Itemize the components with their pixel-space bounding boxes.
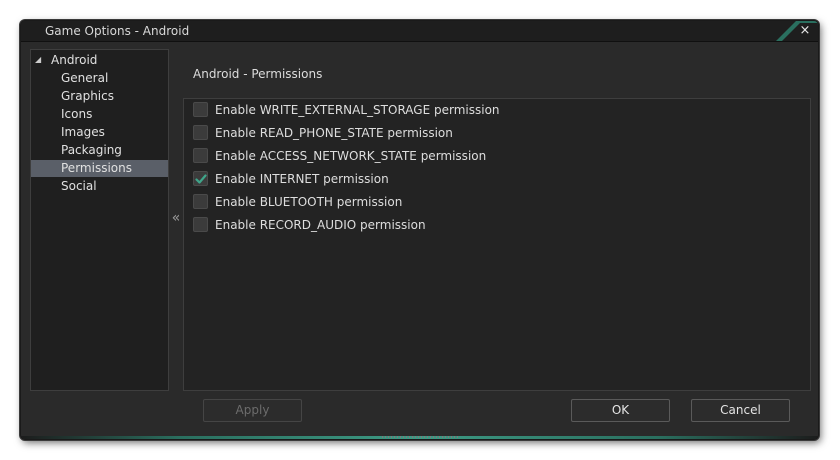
tree-item-general[interactable]: General (31, 70, 168, 87)
tree-item-label: Graphics (61, 89, 114, 103)
cancel-button[interactable]: Cancel (691, 399, 790, 422)
settings-tree: ◢ Android General Graphics Icons Images … (30, 49, 169, 391)
permission-label: Enable ACCESS_NETWORK_STATE permission (215, 149, 487, 163)
tree-item-label: Android (51, 53, 98, 67)
permission-row-bluetooth[interactable]: Enable BLUETOOTH permission (193, 193, 793, 211)
tree-item-android[interactable]: ◢ Android (31, 52, 168, 69)
tree-item-images[interactable]: Images (31, 124, 168, 141)
tree-expanded-icon[interactable]: ◢ (35, 52, 41, 67)
close-icon: × (799, 23, 811, 38)
permission-row-record-audio[interactable]: Enable RECORD_AUDIO permission (193, 216, 793, 234)
permission-row-read-phone-state[interactable]: Enable READ_PHONE_STATE permission (193, 124, 793, 142)
tree-item-social[interactable]: Social (31, 178, 168, 195)
read-phone-state-checkbox[interactable] (193, 125, 208, 140)
title-bar[interactable]: Game Options - Android × (21, 21, 818, 42)
apply-button[interactable]: Apply (203, 399, 302, 422)
tree-item-label: Social (61, 179, 97, 193)
window-title: Game Options - Android (45, 24, 190, 38)
tree-item-label: Icons (61, 107, 93, 121)
internet-checkbox[interactable] (193, 171, 208, 186)
permission-row-write-external-storage[interactable]: Enable WRITE_EXTERNAL_STORAGE permission (193, 101, 793, 119)
permission-label: Enable INTERNET permission (215, 172, 389, 186)
permission-label: Enable BLUETOOTH permission (215, 195, 403, 209)
write-external-storage-checkbox[interactable] (193, 102, 208, 117)
permission-row-access-network-state[interactable]: Enable ACCESS_NETWORK_STATE permission (193, 147, 793, 165)
tree-item-label: Packaging (61, 143, 122, 157)
tree-item-label: General (61, 71, 109, 85)
tree-item-label: Permissions (61, 161, 132, 175)
resize-grip[interactable] (382, 436, 460, 438)
bluetooth-checkbox[interactable] (193, 194, 208, 209)
game-options-window: Game Options - Android × ◢ Android Gener… (20, 20, 819, 440)
tree-item-graphics[interactable]: Graphics (31, 88, 168, 105)
permissions-panel: Enable WRITE_EXTERNAL_STORAGE permission… (183, 98, 811, 391)
permission-label: Enable RECORD_AUDIO permission (215, 218, 426, 232)
double-chevron-left-icon[interactable]: « (169, 211, 183, 225)
close-button[interactable]: × (798, 23, 812, 39)
ok-button[interactable]: OK (571, 399, 670, 422)
access-network-state-checkbox[interactable] (193, 148, 208, 163)
record-audio-checkbox[interactable] (193, 217, 208, 232)
tree-item-label: Images (61, 125, 105, 139)
tree-item-permissions[interactable]: Permissions (31, 160, 168, 177)
checkmark-icon (195, 174, 207, 184)
permission-label: Enable READ_PHONE_STATE permission (215, 126, 453, 140)
permission-label: Enable WRITE_EXTERNAL_STORAGE permission (215, 103, 500, 117)
permission-row-internet[interactable]: Enable INTERNET permission (193, 170, 793, 188)
tree-item-icons[interactable]: Icons (31, 106, 168, 123)
page-title: Android - Permissions (193, 67, 323, 81)
tree-item-packaging[interactable]: Packaging (31, 142, 168, 159)
